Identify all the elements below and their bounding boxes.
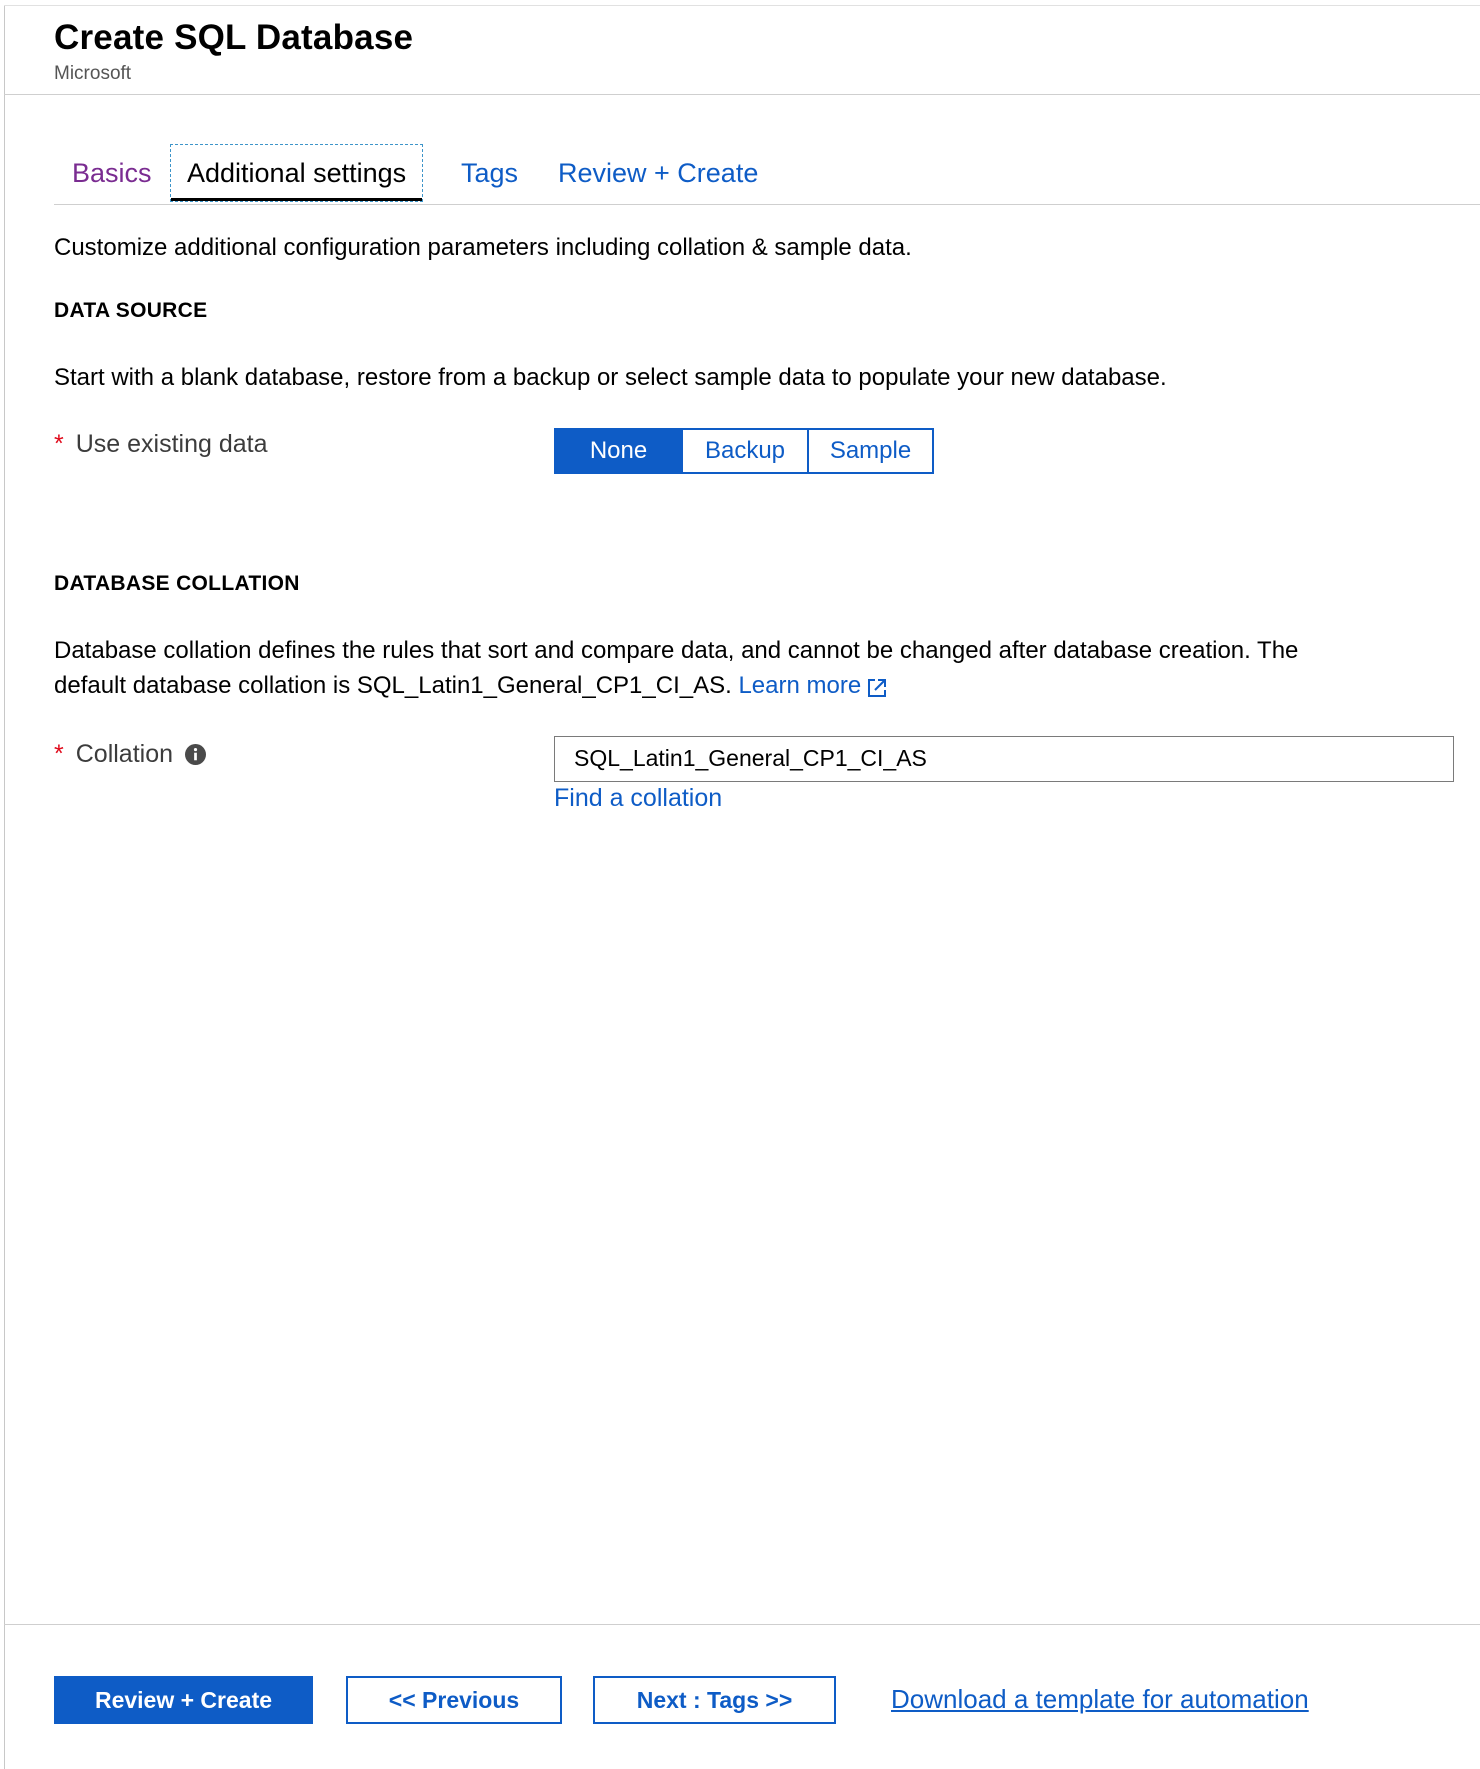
blade-left-border (4, 5, 5, 1769)
option-none-button[interactable]: None (556, 430, 681, 472)
learn-more-link[interactable]: Learn more (738, 672, 861, 699)
blade-top-border (4, 5, 1480, 6)
find-collation-link[interactable]: Find a collation (554, 784, 722, 813)
database-collation-heading: DATABASE COLLATION (54, 572, 300, 595)
collation-text-line2-body: default database collation is SQL_Latin1… (54, 672, 732, 699)
database-collation-text: Database collation defines the rules tha… (54, 633, 1414, 708)
collation-text-line1: Database collation defines the rules tha… (54, 637, 1299, 664)
info-icon[interactable] (185, 744, 207, 765)
download-template-link[interactable]: Download a template for automation (891, 1684, 1309, 1715)
option-sample-button[interactable]: Sample (807, 430, 932, 472)
wizard-tabs: Basics Additional settings Tags Review +… (54, 143, 1480, 205)
external-link-icon[interactable] (867, 673, 887, 708)
page-title: Create SQL Database (54, 18, 414, 57)
required-marker: * (54, 740, 64, 768)
review-create-button[interactable]: Review + Create (54, 1676, 313, 1724)
footer-divider (4, 1624, 1480, 1625)
collation-label: * Collation (54, 740, 207, 769)
tab-basics[interactable]: Basics (72, 143, 152, 203)
tab-additional-settings[interactable]: Additional settings (170, 144, 424, 202)
tab-tags[interactable]: Tags (461, 143, 518, 203)
use-existing-data-text: Use existing data (75, 430, 268, 458)
tab-review-create[interactable]: Review + Create (558, 143, 758, 203)
publisher-subtitle: Microsoft (54, 63, 132, 84)
previous-button[interactable]: << Previous (346, 1676, 562, 1724)
page-description: Customize additional configuration param… (54, 234, 912, 261)
header-divider (4, 94, 1480, 95)
collation-input[interactable]: SQL_Latin1_General_CP1_CI_AS (554, 736, 1454, 782)
use-existing-data-toggle: None Backup Sample (554, 428, 934, 474)
collation-text-line2: default database collation is SQL_Latin1… (54, 668, 1414, 708)
option-backup-button[interactable]: Backup (681, 430, 807, 472)
tabs-divider (54, 204, 1480, 205)
data-source-text: Start with a blank database, restore fro… (54, 364, 1167, 391)
required-marker: * (54, 430, 64, 458)
use-existing-data-label: * Use existing data (54, 430, 268, 459)
collation-label-text: Collation (75, 740, 174, 768)
data-source-heading: DATA SOURCE (54, 299, 208, 322)
next-tags-button[interactable]: Next : Tags >> (593, 1676, 836, 1724)
